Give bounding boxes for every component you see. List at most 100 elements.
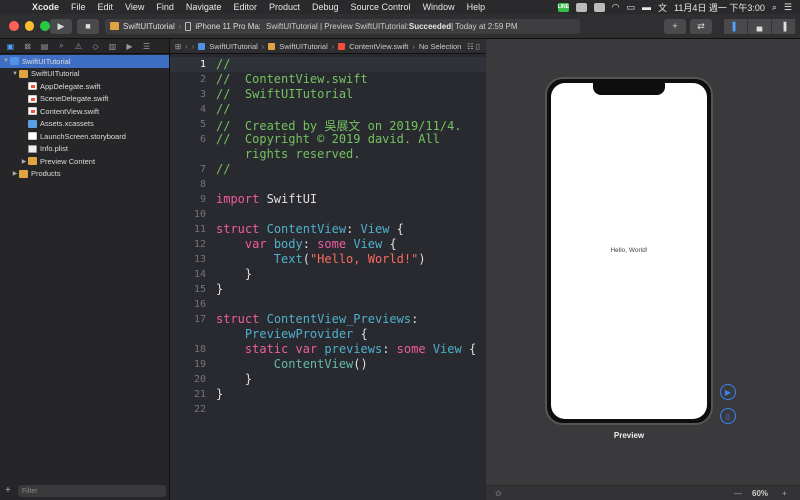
code-line[interactable]: // <box>216 102 230 116</box>
menu-view[interactable]: View <box>119 2 150 12</box>
menu-debug[interactable]: Debug <box>306 2 345 12</box>
preview-text[interactable]: Hello, World! <box>551 247 707 254</box>
code-line[interactable]: } <box>216 282 223 296</box>
tree-item-label: AppDelegate.swift <box>40 81 101 91</box>
breakpoint-navigator-tab-icon[interactable]: ▶ <box>123 42 136 51</box>
menu-editor[interactable]: Editor <box>227 2 263 12</box>
code-line[interactable]: // SwiftUITutorial <box>216 87 353 101</box>
tree-item[interactable]: ▼ SwiftUITutorial <box>0 55 169 68</box>
zoom-out-icon[interactable]: — <box>734 489 742 498</box>
add-file-icon[interactable]: + <box>5 485 11 496</box>
close-window-button[interactable] <box>9 21 19 31</box>
filter-field[interactable]: Filter <box>18 485 166 497</box>
issue-navigator-tab-icon[interactable]: ⚠ <box>72 42 85 51</box>
disclosure-closed-icon[interactable]: ▶ <box>20 158 28 165</box>
wifi-icon[interactable]: ◠ <box>612 2 620 13</box>
project-navigator-tab-icon[interactable]: ▣ <box>4 42 17 51</box>
line-app-icon[interactable]: LINE <box>557 2 569 12</box>
menu-file[interactable]: File <box>65 2 92 12</box>
zoom-level[interactable]: 60% <box>752 489 768 498</box>
tree-item[interactable]: ContentView.swift <box>0 105 169 118</box>
code-line[interactable]: struct ContentView: View { <box>216 222 404 236</box>
menu-product[interactable]: Product <box>263 2 306 12</box>
panel-toggles: ▌ ▄ ▐ <box>724 18 796 34</box>
zoom-window-button[interactable] <box>40 21 51 31</box>
code-line[interactable]: PreviewProvider { <box>216 327 368 341</box>
disclosure-closed-icon[interactable]: ▶ <box>11 170 19 177</box>
menu-clock[interactable]: 11月4日 週一 下午3:00 <box>674 1 765 14</box>
tree-item[interactable]: AppDelegate.swift <box>0 80 169 93</box>
back-icon[interactable]: ‹ <box>185 42 188 51</box>
debug-navigator-tab-icon[interactable]: ▥ <box>106 42 119 51</box>
menu-edit[interactable]: Edit <box>92 2 120 12</box>
code-line[interactable]: import SwiftUI <box>216 192 317 206</box>
code-line[interactable]: // <box>216 162 230 176</box>
code-line[interactable]: // Copyright © 2019 david. All <box>216 132 440 146</box>
preview-on-device-button[interactable]: ▯ <box>720 408 736 424</box>
menu-navigate[interactable]: Navigate <box>180 2 228 12</box>
menu-app-name[interactable]: Xcode <box>26 2 65 12</box>
jumpbar-crumb-project[interactable]: SwiftUITutorial <box>209 42 257 51</box>
jumpbar-crumb-selection[interactable]: No Selection <box>419 42 462 51</box>
zoom-in-icon[interactable]: + <box>782 489 787 498</box>
tree-item[interactable]: Info.plist <box>0 143 169 156</box>
jumpbar-crumb-group[interactable]: SwiftUITutorial <box>279 42 327 51</box>
tree-item[interactable]: ▼ SwiftUITutorial <box>0 68 169 81</box>
menu-help[interactable]: Help <box>461 2 492 12</box>
toggle-navigator-icon[interactable]: ▌ <box>724 18 748 34</box>
code-line[interactable]: ContentView() <box>216 357 368 371</box>
source-control-tab-icon[interactable]: ⊠ <box>21 42 34 51</box>
find-navigator-tab-icon[interactable]: ⌕ <box>55 41 68 51</box>
menu-window[interactable]: Window <box>417 2 461 12</box>
tree-item[interactable]: ▶ Products <box>0 168 169 181</box>
run-button[interactable]: ▶ <box>50 18 72 34</box>
test-navigator-tab-icon[interactable]: ◇ <box>89 42 102 51</box>
line-number: 7 <box>199 164 206 175</box>
code-line[interactable]: } <box>216 372 252 386</box>
screen-mirror-icon[interactable]: ▭ <box>626 2 635 13</box>
keyboard-icon[interactable] <box>593 2 605 12</box>
menu-find[interactable]: Find <box>150 2 180 12</box>
tree-item[interactable]: SceneDelegate.swift <box>0 93 169 106</box>
scheme-selector[interactable]: SwiftUITutorial › iPhone 11 Pro Max <box>105 18 268 34</box>
minimize-window-button[interactable] <box>24 21 35 31</box>
battery-icon[interactable]: ▬ <box>642 2 651 12</box>
disclosure-open-icon[interactable]: ▼ <box>11 71 19 77</box>
tree-item[interactable]: LaunchScreen.storyboard <box>0 130 169 143</box>
chevron-right-icon: › <box>178 21 182 31</box>
stop-button[interactable]: ■ <box>77 18 99 34</box>
live-preview-button[interactable]: ▶ <box>720 384 736 400</box>
pin-icon[interactable]: ✩ <box>495 489 502 498</box>
code-line[interactable]: rights reserved. <box>216 147 361 161</box>
input-method-icon[interactable]: 文 <box>658 1 667 14</box>
device-screen[interactable]: Hello, World! <box>551 83 707 419</box>
code-line[interactable]: // <box>216 57 230 71</box>
library-button[interactable]: + <box>664 18 686 34</box>
code-line[interactable]: // ContentView.swift <box>216 72 368 86</box>
code-line[interactable]: struct ContentView_Previews: <box>216 312 418 326</box>
code-line[interactable]: } <box>216 267 252 281</box>
toggle-debug-area-icon[interactable]: ▄ <box>748 18 772 34</box>
tree-item-label: Preview Content <box>40 156 96 166</box>
tree-item[interactable]: ▶ Preview Content <box>0 155 169 168</box>
tree-item[interactable]: Assets.xcassets <box>0 118 169 131</box>
script-menu-icon[interactable] <box>575 2 587 12</box>
menu-source-control[interactable]: Source Control <box>345 2 417 12</box>
code-review-button[interactable]: ⇄ <box>690 18 712 34</box>
jumpbar-crumb-file[interactable]: ContentView.swift <box>349 42 408 51</box>
code-token: ( <box>302 252 310 266</box>
toggle-inspector-icon[interactable]: ▐ <box>772 18 796 34</box>
report-navigator-tab-icon[interactable]: ☰ <box>140 42 153 51</box>
editor-options-icon[interactable]: ☷ ▯ <box>467 42 486 51</box>
symbol-navigator-tab-icon[interactable]: ▤ <box>38 42 51 51</box>
spotlight-icon[interactable]: ⌕ <box>772 2 777 13</box>
code-line[interactable]: Text("Hello, World!") <box>216 252 426 266</box>
code-line[interactable]: var body: some View { <box>216 237 397 251</box>
code-line[interactable]: } <box>216 387 223 401</box>
related-items-icon[interactable]: ⊞ <box>175 42 181 51</box>
disclosure-open-icon[interactable]: ▼ <box>2 58 10 64</box>
notification-center-icon[interactable]: ☰ <box>784 2 792 13</box>
forward-icon[interactable]: › <box>192 42 195 51</box>
code-line[interactable]: static var previews: some View { <box>216 342 476 356</box>
